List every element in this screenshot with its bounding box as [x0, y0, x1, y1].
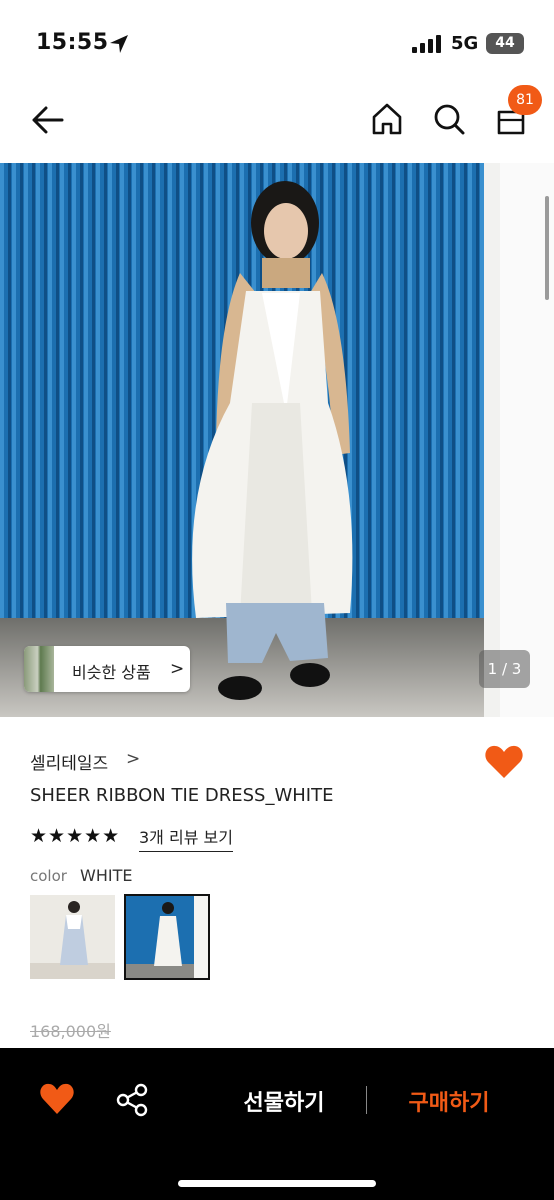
scroll-indicator — [545, 196, 549, 300]
signal-icon — [412, 35, 441, 53]
battery-indicator: 44 — [486, 33, 524, 54]
product-image[interactable] — [0, 163, 554, 717]
thumbnail-image — [126, 896, 208, 978]
search-icon[interactable] — [430, 100, 468, 138]
product-title: SHEER RIBBON TIE DRESS_WHITE — [30, 785, 334, 806]
share-icon[interactable] — [115, 1083, 149, 1117]
color-option-thumbnail-selected[interactable] — [124, 894, 210, 980]
location-arrow-icon — [110, 35, 128, 53]
heart-icon[interactable] — [39, 1082, 75, 1116]
similar-products-button[interactable]: 비슷한 상품 > — [24, 646, 190, 692]
similar-products-label: 비슷한 상품 — [72, 663, 151, 682]
home-icon[interactable] — [368, 100, 406, 138]
bottom-action-bar — [0, 1048, 554, 1200]
buy-button[interactable]: 구매하기 — [385, 1085, 513, 1116]
home-indicator — [178, 1180, 376, 1187]
status-time: 15:55 — [36, 30, 109, 55]
cart-count-badge: 81 — [508, 85, 542, 115]
heart-icon[interactable] — [484, 744, 524, 780]
review-link[interactable]: 3개 리뷰 보기 — [139, 824, 233, 852]
original-price: 168,000원 — [30, 1022, 111, 1041]
divider — [366, 1086, 367, 1114]
nav-bar — [0, 80, 554, 162]
network-type: 5G — [451, 33, 479, 54]
back-arrow-icon[interactable] — [28, 102, 68, 138]
color-option-thumbnail[interactable] — [30, 895, 115, 979]
color-value: WHITE — [80, 866, 133, 885]
product-photo — [0, 163, 554, 717]
brand-link[interactable]: 셀리테일즈 — [30, 749, 108, 774]
rating-stars: ★★★★★ — [30, 825, 121, 847]
status-bar: 15:55 5G 44 — [0, 0, 554, 80]
gift-button[interactable]: 선물하기 — [218, 1085, 350, 1116]
thumbnail-image — [30, 895, 115, 979]
image-pager: 1 / 3 — [479, 650, 530, 688]
similar-products-thumbnail — [24, 646, 54, 692]
chevron-right-icon: > — [170, 659, 185, 679]
color-label: color — [30, 867, 67, 885]
chevron-right-icon: > — [126, 749, 141, 769]
